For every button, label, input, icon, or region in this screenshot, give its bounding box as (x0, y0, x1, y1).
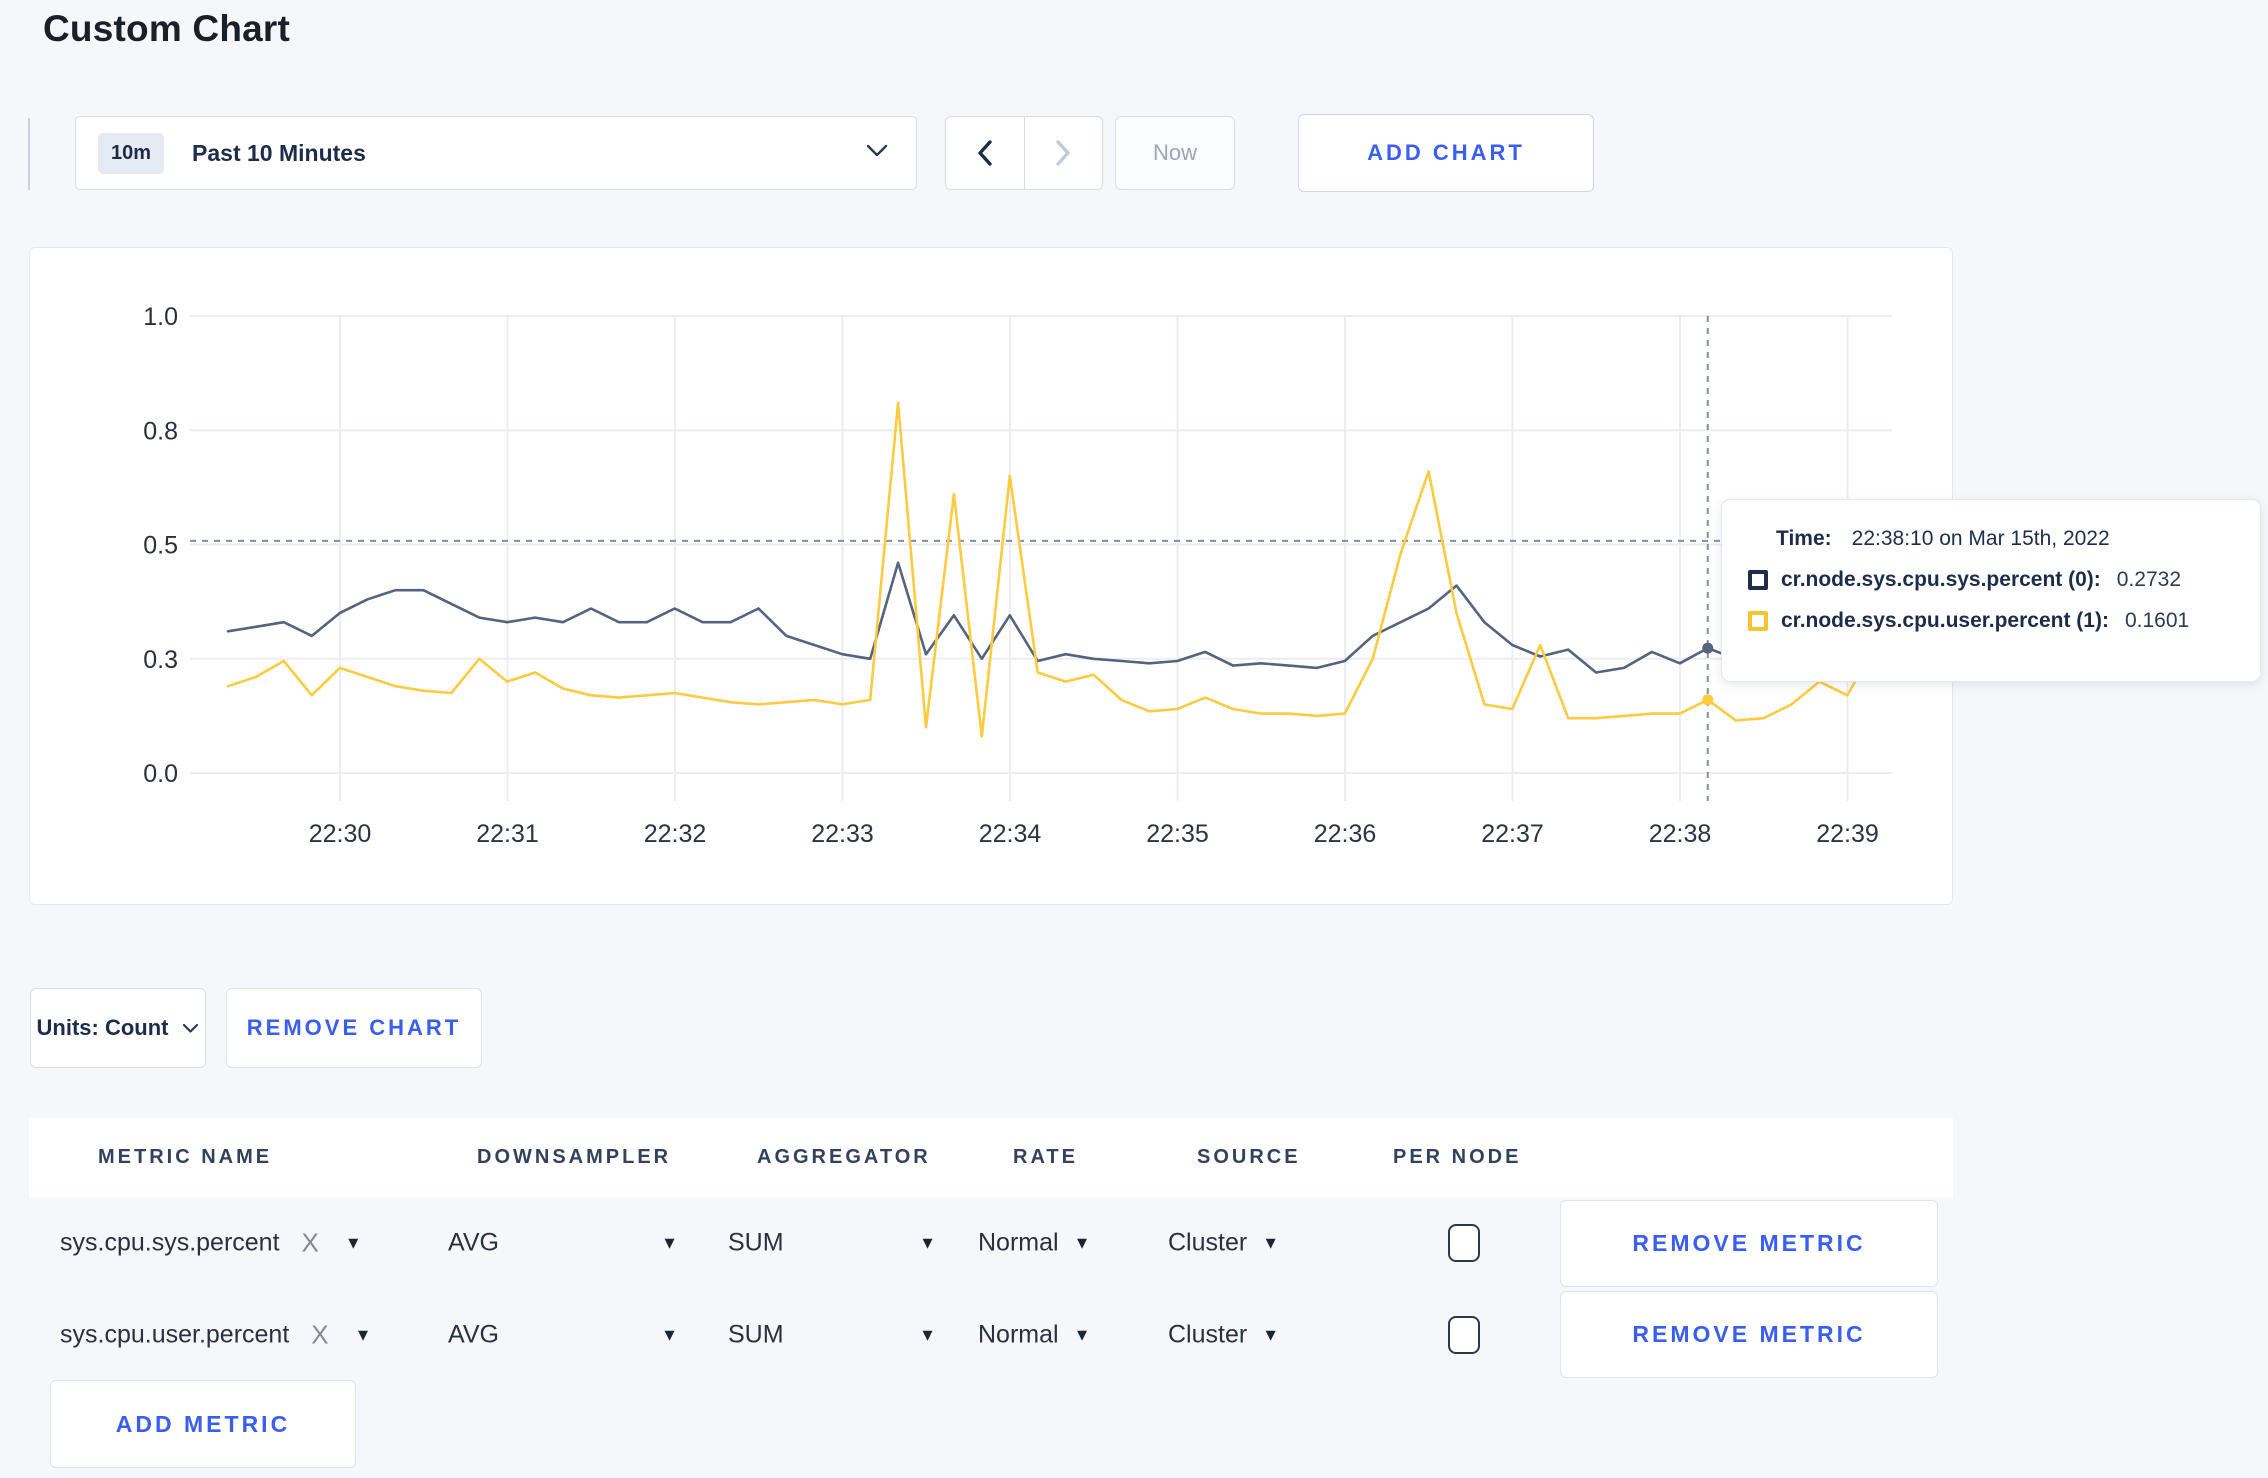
svg-text:0.3: 0.3 (143, 646, 178, 674)
col-header-source: SOURCE (1197, 1146, 1301, 1168)
aggregator-select[interactable]: SUM ▼ (728, 1321, 936, 1350)
remove-metric-button[interactable]: REMOVE METRIC (1560, 1200, 1938, 1287)
col-header-downsampler: DOWNSAMPLER (477, 1146, 672, 1168)
source-select[interactable]: Cluster ▼ (1168, 1229, 1279, 1258)
caret-down-icon: ▼ (1262, 1325, 1280, 1344)
caret-down-icon: ▼ (1262, 1233, 1280, 1252)
line-chart[interactable]: 0.0 0.3 0.5 0.8 1.0 22:30 22:31 22:32 22:33 22:34… (30, 248, 1952, 904)
caret-down-icon: ▼ (354, 1325, 372, 1344)
aggregator-select[interactable]: SUM ▼ (728, 1229, 936, 1258)
time-nav-group (945, 116, 1103, 190)
time-range-badge: 10m (98, 132, 165, 174)
tooltip-series-name: cr.node.sys.cpu.sys.percent (0): (1781, 568, 2101, 591)
time-range-select[interactable]: 10m Past 10 Minutes (75, 116, 917, 190)
svg-text:1.0: 1.0 (143, 303, 178, 331)
caret-down-icon: ▼ (919, 1233, 936, 1252)
units-select[interactable]: Units: Count (30, 988, 206, 1068)
metric-name-select[interactable]: sys.cpu.user.percent X ▼ (60, 1320, 371, 1351)
custom-chart-panel[interactable]: 0.0 0.3 0.5 0.8 1.0 22:30 22:31 22:32 22:33 22:34… (29, 247, 1953, 905)
chevron-left-icon (978, 140, 992, 166)
time-back-button[interactable] (946, 117, 1024, 189)
tooltip-time-label: Time: (1776, 527, 1832, 550)
caret-down-icon: ▼ (1073, 1233, 1091, 1252)
page-title: Custom Chart (43, 8, 291, 49)
toolbar-left-divider (28, 118, 30, 190)
time-forward-button[interactable] (1023, 117, 1103, 189)
svg-text:22:35: 22:35 (1146, 820, 1209, 848)
remove-chart-button[interactable]: REMOVE CHART (226, 988, 482, 1068)
clear-metric-icon[interactable]: X (311, 1320, 328, 1351)
col-header-aggregator: AGGREGATOR (757, 1146, 931, 1168)
col-header-rate: RATE (1013, 1146, 1078, 1168)
rate-select[interactable]: Normal ▼ (978, 1229, 1090, 1258)
tooltip-series-value: 0.1601 (2124, 609, 2190, 632)
add-metric-button[interactable]: ADD METRIC (50, 1380, 356, 1468)
svg-text:0.5: 0.5 (143, 532, 178, 560)
chart-hover-tooltip: Time: 22:38:10 on Mar 15th, 2022 cr.node… (1721, 499, 2261, 682)
chevron-down-icon (866, 144, 888, 163)
now-button[interactable]: Now (1115, 116, 1235, 190)
caret-down-icon: ▼ (344, 1233, 362, 1252)
caret-down-icon: ▼ (661, 1233, 678, 1252)
svg-text:0.8: 0.8 (143, 417, 178, 445)
svg-text:22:30: 22:30 (309, 820, 372, 848)
series-sys-swatch-icon (1748, 570, 1768, 590)
svg-text:22:38: 22:38 (1649, 820, 1712, 848)
svg-text:22:37: 22:37 (1481, 820, 1544, 848)
downsampler-select[interactable]: AVG ▼ (448, 1229, 678, 1258)
svg-text:22:39: 22:39 (1816, 820, 1879, 848)
tooltip-time-value: 22:38:10 on Mar 15th, 2022 (1851, 527, 2110, 550)
rate-select[interactable]: Normal ▼ (978, 1321, 1090, 1350)
svg-text:22:36: 22:36 (1314, 820, 1377, 848)
caret-down-icon: ▼ (1073, 1325, 1091, 1344)
svg-text:0.0: 0.0 (143, 760, 178, 788)
series-user-swatch-icon (1748, 611, 1768, 631)
source-select[interactable]: Cluster ▼ (1168, 1321, 1279, 1350)
chevron-down-icon (183, 1023, 199, 1033)
tooltip-series-name: cr.node.sys.cpu.user.percent (1): (1781, 609, 2109, 632)
caret-down-icon: ▼ (661, 1325, 678, 1344)
downsampler-select[interactable]: AVG ▼ (448, 1321, 678, 1350)
metric-row: sys.cpu.user.percent X ▼ AVG ▼ SUM ▼ Nor… (29, 1289, 1953, 1381)
svg-text:22:33: 22:33 (811, 820, 874, 848)
metric-name-select[interactable]: sys.cpu.sys.percent X ▼ (60, 1228, 362, 1259)
chevron-right-icon (1056, 140, 1070, 166)
caret-down-icon: ▼ (919, 1325, 936, 1344)
clear-metric-icon[interactable]: X (302, 1228, 319, 1259)
col-header-per-node: PER NODE (1393, 1146, 1522, 1168)
remove-metric-button[interactable]: REMOVE METRIC (1560, 1291, 1938, 1378)
svg-text:22:34: 22:34 (979, 820, 1042, 848)
svg-text:22:31: 22:31 (476, 820, 539, 848)
tooltip-series-value: 0.2732 (2116, 568, 2182, 591)
add-chart-button[interactable]: ADD CHART (1298, 114, 1594, 192)
per-node-checkbox[interactable] (1448, 1224, 1480, 1262)
metrics-table-header: METRIC NAME DOWNSAMPLER AGGREGATOR RATE … (29, 1118, 1953, 1198)
metric-row: sys.cpu.sys.percent X ▼ AVG ▼ SUM ▼ Norm… (29, 1197, 1953, 1289)
per-node-checkbox[interactable] (1448, 1316, 1480, 1354)
time-range-label: Past 10 Minutes (192, 139, 366, 166)
col-header-metric-name: METRIC NAME (98, 1146, 273, 1168)
svg-text:22:32: 22:32 (644, 820, 707, 848)
